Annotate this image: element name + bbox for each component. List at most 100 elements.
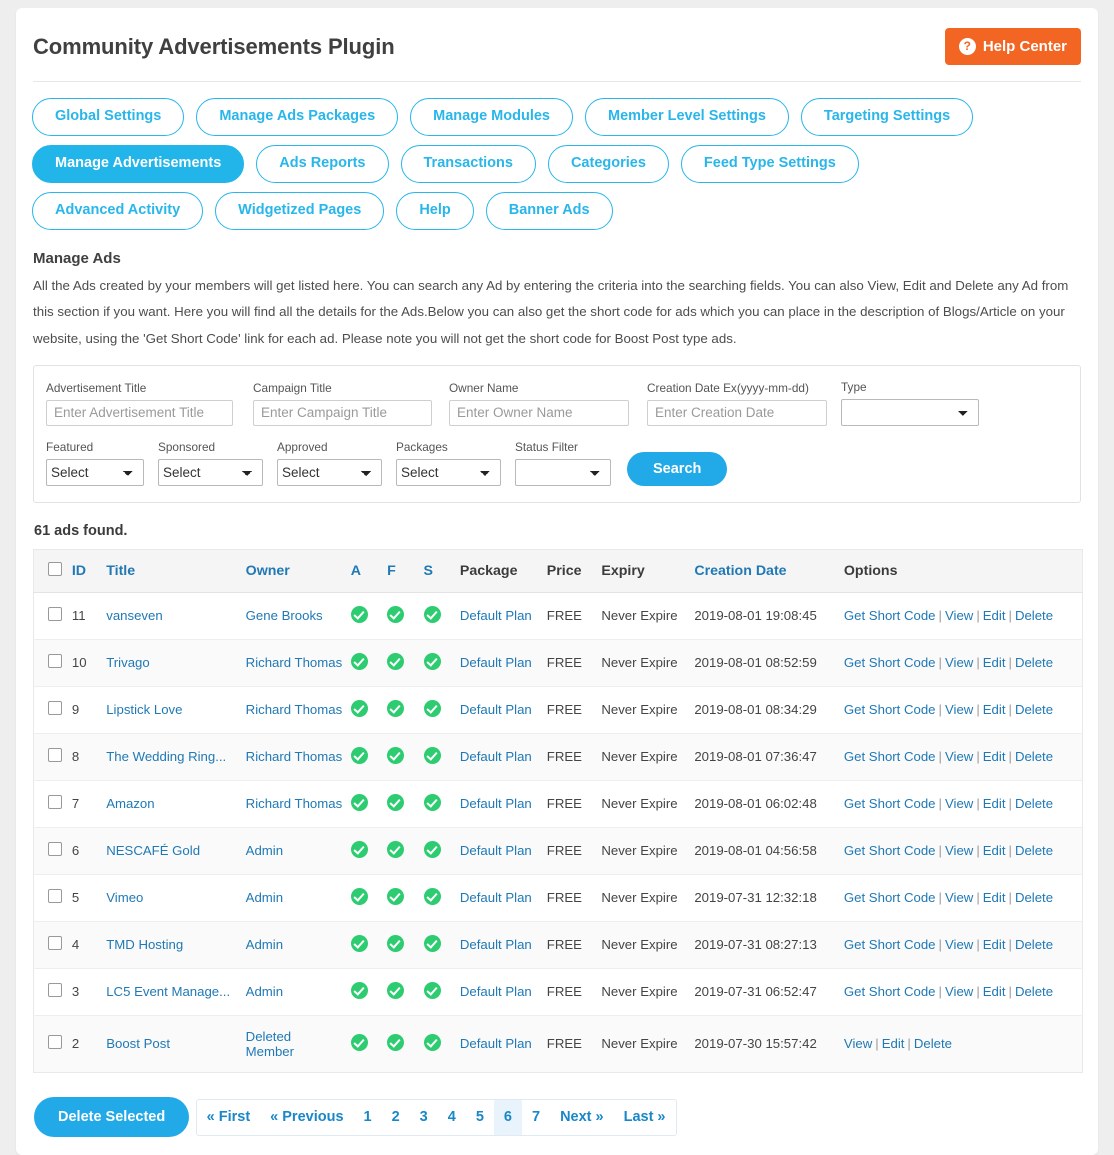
pagination-item[interactable]: Next » xyxy=(550,1100,614,1135)
tab-feed-type-settings[interactable]: Feed Type Settings xyxy=(680,144,859,183)
pagination-item[interactable]: 2 xyxy=(382,1100,410,1135)
cell-package-link[interactable]: Default Plan xyxy=(460,984,532,999)
check-circle-icon[interactable] xyxy=(423,887,441,905)
header-id[interactable]: ID xyxy=(67,549,103,593)
check-circle-icon[interactable] xyxy=(387,887,405,905)
cell-package-link[interactable]: Default Plan xyxy=(460,702,532,717)
cell-title-link[interactable]: Boost Post xyxy=(106,1036,170,1051)
featured-select[interactable]: Select xyxy=(46,458,144,486)
cell-owner-link[interactable]: Admin xyxy=(246,843,283,858)
view-link[interactable]: View xyxy=(945,796,973,811)
check-circle-icon[interactable] xyxy=(350,652,368,670)
header-creation-date[interactable]: Creation Date xyxy=(690,549,840,593)
get-short-code-link[interactable]: Get Short Code xyxy=(844,843,936,858)
get-short-code-link[interactable]: Get Short Code xyxy=(844,608,936,623)
row-checkbox[interactable] xyxy=(48,983,62,998)
row-checkbox[interactable] xyxy=(48,654,62,669)
check-circle-icon[interactable] xyxy=(423,934,441,952)
check-circle-icon[interactable] xyxy=(423,746,441,764)
check-circle-icon[interactable] xyxy=(350,793,368,811)
pagination-item[interactable]: 6 xyxy=(493,1099,522,1135)
cell-owner-link[interactable]: Richard Thomas xyxy=(246,749,343,764)
check-circle-icon[interactable] xyxy=(423,699,441,717)
get-short-code-link[interactable]: Get Short Code xyxy=(844,655,936,670)
check-circle-icon[interactable] xyxy=(387,652,405,670)
cell-owner-link[interactable]: Richard Thomas xyxy=(246,655,343,670)
delete-selected-button[interactable]: Delete Selected xyxy=(34,1096,190,1137)
delete-link[interactable]: Delete xyxy=(1015,608,1053,623)
check-circle-icon[interactable] xyxy=(423,605,441,623)
view-link[interactable]: View xyxy=(945,843,973,858)
pagination-item[interactable]: Last » xyxy=(614,1100,676,1135)
tab-manage-advertisements[interactable]: Manage Advertisements xyxy=(32,144,245,183)
tab-advanced-activity[interactable]: Advanced Activity xyxy=(32,191,204,230)
help-center-button[interactable]: ? Help Center xyxy=(944,28,1081,65)
cell-title-link[interactable]: Trivago xyxy=(106,655,149,670)
cell-package-link[interactable]: Default Plan xyxy=(460,655,532,670)
view-link[interactable]: View xyxy=(945,702,973,717)
delete-link[interactable]: Delete xyxy=(1015,655,1053,670)
pagination-item[interactable]: 3 xyxy=(410,1100,438,1135)
row-checkbox[interactable] xyxy=(48,748,62,763)
cell-package-link[interactable]: Default Plan xyxy=(460,890,532,905)
cell-owner-link[interactable]: Richard Thomas xyxy=(246,702,343,717)
delete-link[interactable]: Delete xyxy=(1015,890,1053,905)
cell-owner-link[interactable]: Admin xyxy=(246,937,283,952)
check-circle-icon[interactable] xyxy=(387,840,405,858)
check-circle-icon[interactable] xyxy=(350,981,368,999)
row-checkbox[interactable] xyxy=(48,936,62,951)
cell-owner-link[interactable]: Deleted Member xyxy=(246,1029,294,1059)
pagination-item[interactable]: « Previous xyxy=(260,1100,353,1135)
check-circle-icon[interactable] xyxy=(387,981,405,999)
edit-link[interactable]: Edit xyxy=(983,796,1006,811)
header-owner[interactable]: Owner xyxy=(241,549,347,593)
check-circle-icon[interactable] xyxy=(387,793,405,811)
row-checkbox[interactable] xyxy=(48,607,62,622)
cell-title-link[interactable]: The Wedding Ring... xyxy=(106,749,226,764)
edit-link[interactable]: Edit xyxy=(983,984,1006,999)
check-circle-icon[interactable] xyxy=(350,699,368,717)
tab-manage-modules[interactable]: Manage Modules xyxy=(410,98,573,136)
cell-owner-link[interactable]: Gene Brooks xyxy=(246,608,323,623)
view-link[interactable]: View xyxy=(945,984,973,999)
row-checkbox[interactable] xyxy=(48,889,62,904)
get-short-code-link[interactable]: Get Short Code xyxy=(844,937,936,952)
check-circle-icon[interactable] xyxy=(423,840,441,858)
pagination-item[interactable]: 1 xyxy=(354,1100,382,1135)
cell-package-link[interactable]: Default Plan xyxy=(460,1036,532,1051)
cell-owner-link[interactable]: Admin xyxy=(246,984,283,999)
cell-package-link[interactable]: Default Plan xyxy=(460,749,532,764)
get-short-code-link[interactable]: Get Short Code xyxy=(844,796,936,811)
header-featured[interactable]: F xyxy=(383,549,420,593)
select-all-checkbox[interactable] xyxy=(48,561,62,576)
header-approved[interactable]: A xyxy=(346,549,384,593)
cell-title-link[interactable]: Lipstick Love xyxy=(106,702,182,717)
edit-link[interactable]: Edit xyxy=(983,749,1006,764)
search-button[interactable]: Search xyxy=(627,451,728,486)
get-short-code-link[interactable]: Get Short Code xyxy=(844,984,936,999)
edit-link[interactable]: Edit xyxy=(882,1036,905,1051)
owner-name-input[interactable] xyxy=(449,399,629,426)
check-circle-icon[interactable] xyxy=(387,699,405,717)
cell-owner-link[interactable]: Admin xyxy=(246,890,283,905)
tab-manage-ads-packages[interactable]: Manage Ads Packages xyxy=(196,98,399,136)
edit-link[interactable]: Edit xyxy=(983,608,1006,623)
row-checkbox[interactable] xyxy=(48,795,62,810)
cell-title-link[interactable]: Vimeo xyxy=(106,890,143,905)
tab-global-settings[interactable]: Global Settings xyxy=(32,98,185,136)
view-link[interactable]: View xyxy=(945,655,973,670)
check-circle-icon[interactable] xyxy=(350,840,368,858)
tab-targeting-settings[interactable]: Targeting Settings xyxy=(800,98,974,136)
edit-link[interactable]: Edit xyxy=(983,655,1006,670)
get-short-code-link[interactable]: Get Short Code xyxy=(844,890,936,905)
check-circle-icon[interactable] xyxy=(387,746,405,764)
check-circle-icon[interactable] xyxy=(423,793,441,811)
check-circle-icon[interactable] xyxy=(423,652,441,670)
pagination-item[interactable]: 7 xyxy=(522,1100,550,1135)
row-checkbox[interactable] xyxy=(48,1035,62,1050)
cell-owner-link[interactable]: Richard Thomas xyxy=(246,796,343,811)
cell-package-link[interactable]: Default Plan xyxy=(460,608,532,623)
get-short-code-link[interactable]: Get Short Code xyxy=(844,702,936,717)
row-checkbox[interactable] xyxy=(48,842,62,857)
edit-link[interactable]: Edit xyxy=(983,890,1006,905)
